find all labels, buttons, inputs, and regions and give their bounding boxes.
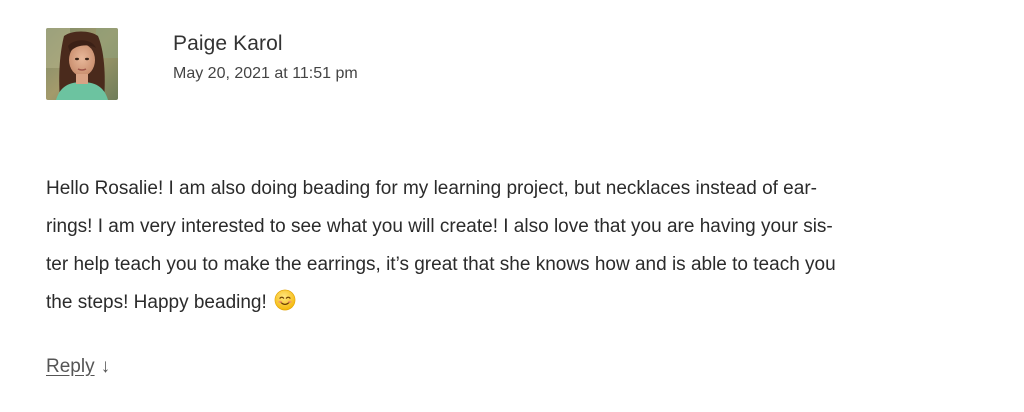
comment-body: Hello Rosalie! I am also doing beading f… — [46, 170, 976, 322]
avatar-photo-icon — [46, 28, 118, 100]
comment-author: Paige Karol — [173, 32, 283, 55]
comment: Paige Karol May 20, 2021 at 11:51 pm Hel… — [0, 0, 1024, 412]
down-arrow-icon: ↓ — [100, 356, 111, 377]
reply-link-container: Reply ↓ — [46, 353, 110, 381]
comment-line-4-text: the steps! Happy beading! — [46, 292, 267, 313]
comment-date[interactable]: May 20, 2021 at 11:51 pm — [173, 62, 358, 86]
comment-line-3: ter help teach you to make the earrings,… — [46, 254, 836, 275]
comment-line-1: Hello Rosalie! I am also doing beading f… — [46, 178, 817, 199]
reply-link[interactable]: Reply — [46, 356, 95, 377]
smiling-face-emoji-icon — [274, 289, 296, 311]
comment-line-2: rings! I am very interested to see what … — [46, 216, 833, 237]
avatar — [46, 28, 118, 100]
comment-line-4: the steps! Happy beading! — [46, 284, 976, 322]
